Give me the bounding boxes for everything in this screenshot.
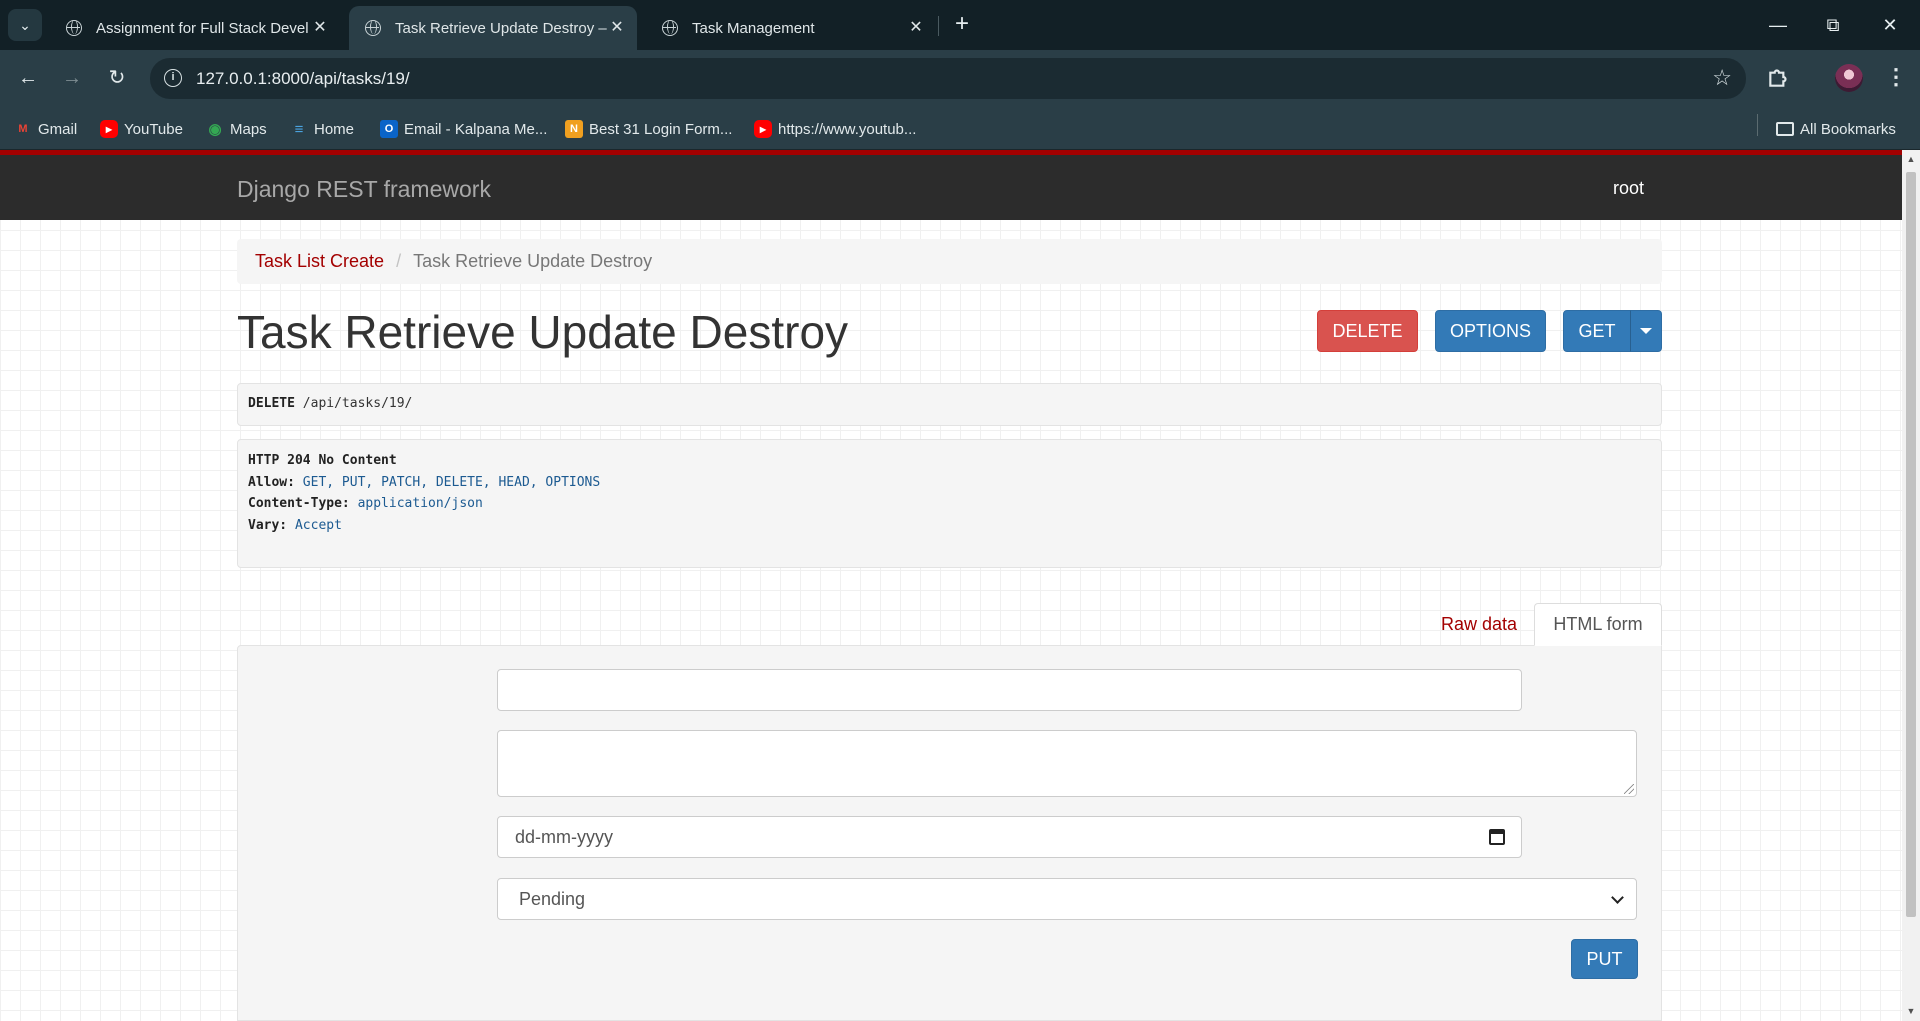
allow-header-value: GET, PUT, PATCH, DELETE, HEAD, OPTIONS — [302, 474, 601, 490]
content-type-header-key: Content-Type: — [248, 496, 350, 511]
tab-divider — [938, 16, 939, 36]
content-type-header-value: application/json — [357, 496, 483, 511]
browser-tab-strip: ⌄ Assignment for Full Stack Devel ✕ Task… — [0, 0, 1920, 50]
vary-header-key: Vary: — [248, 517, 288, 533]
resize-grip-icon[interactable] — [1624, 784, 1634, 794]
browser-toolbar: ← → ↻ i 127.0.0.1:8000/api/tasks/19/ ☆ — [0, 50, 1920, 108]
put-submit-button[interactable]: PUT — [1571, 939, 1638, 979]
tab-html-form[interactable]: HTML form — [1534, 603, 1662, 646]
site-info-icon[interactable]: i — [164, 69, 182, 87]
globe-icon — [66, 20, 82, 36]
options-button[interactable]: OPTIONS — [1435, 310, 1546, 352]
breadcrumb-task-list-create[interactable]: Task List Create — [255, 251, 384, 272]
address-bar[interactable]: i 127.0.0.1:8000/api/tasks/19/ ☆ — [150, 58, 1746, 99]
calendar-icon[interactable] — [1489, 829, 1505, 845]
page-scrollbar[interactable]: ▲ ▼ — [1902, 150, 1920, 1021]
description-textarea[interactable] — [497, 730, 1637, 797]
allow-header-key: Allow: — [248, 474, 295, 490]
bookmarks-divider — [1757, 114, 1758, 136]
chevron-down-icon — [1611, 891, 1624, 904]
breadcrumb-separator: / — [396, 251, 402, 271]
breadcrumb-current: Task Retrieve Update Destroy — [413, 251, 653, 271]
page-viewport: Django REST framework root Task List Cre… — [0, 150, 1902, 1021]
url-text[interactable]: 127.0.0.1:8000/api/tasks/19/ — [196, 69, 410, 89]
folder-icon — [1776, 122, 1794, 136]
bookmark-maps[interactable]: ◉ Maps — [206, 117, 267, 141]
outlook-icon: O — [380, 120, 398, 138]
globe-icon — [662, 20, 678, 36]
bookmark-email-kalpana[interactable]: O Email - Kalpana Me... — [380, 117, 547, 141]
delete-button[interactable]: DELETE — [1317, 310, 1418, 352]
scroll-up-arrow-icon[interactable]: ▲ — [1906, 154, 1916, 164]
due-date-input[interactable]: dd-mm-yyyy — [497, 816, 1522, 858]
tab-title: Assignment for Full Stack Devel — [96, 19, 309, 37]
all-bookmarks-label: All Bookmarks — [1800, 120, 1896, 138]
bookmark-star-icon[interactable]: ☆ — [1712, 65, 1732, 91]
bookmark-gmail[interactable]: M Gmail — [14, 117, 77, 141]
chevron-down-icon: ⌄ — [19, 16, 31, 33]
restore-icon[interactable]: ⧉ — [1813, 8, 1853, 42]
vary-header-value: Accept — [294, 517, 342, 533]
browser-tab-task-management[interactable]: Task Management ✕ — [646, 6, 936, 50]
reload-icon[interactable]: ↻ — [101, 62, 133, 94]
scrollbar-thumb[interactable] — [1906, 172, 1916, 917]
new-tab-plus-icon[interactable]: + — [950, 12, 974, 38]
bookmark-label: Email - Kalpana Me... — [404, 120, 548, 138]
tab-search-button[interactable]: ⌄ — [8, 9, 42, 41]
home-icon: ≡ — [294, 120, 304, 138]
browser-menu-icon[interactable]: ⋮ — [1885, 62, 1907, 92]
scroll-down-arrow-icon[interactable]: ▼ — [1906, 1006, 1916, 1016]
tab-title: Task Management — [692, 19, 815, 37]
bookmark-label: Maps — [230, 120, 267, 138]
all-bookmarks[interactable]: All Bookmarks — [1776, 117, 1896, 141]
title-input[interactable] — [497, 669, 1522, 711]
browser-tab-assignment[interactable]: Assignment for Full Stack Devel ✕ — [50, 6, 340, 50]
globe-icon — [365, 20, 381, 36]
gmail-icon: M — [18, 123, 28, 135]
youtube-icon: ▶ — [754, 120, 772, 138]
profile-avatar[interactable] — [1835, 64, 1863, 92]
user-menu[interactable]: root — [1613, 178, 1644, 199]
bookmark-label: Gmail — [38, 120, 78, 138]
maps-icon: ◉ — [208, 121, 222, 138]
breadcrumb: Task List Create / Task Retrieve Update … — [237, 239, 1662, 284]
bookmark-youtube[interactable]: ▶ YouTube — [100, 117, 183, 141]
request-info: DELETE /api/tasks/19/ — [237, 383, 1662, 426]
caret-down-icon — [1640, 328, 1652, 334]
page-title: Task Retrieve Update Destroy — [237, 306, 849, 358]
request-method: DELETE — [248, 396, 295, 411]
bookmark-label: YouTube — [124, 120, 183, 138]
close-icon[interactable]: ✕ — [607, 18, 627, 38]
close-icon[interactable]: ✕ — [310, 18, 330, 38]
bookmark-home[interactable]: ≡ Home — [290, 117, 354, 141]
bookmark-site-icon: N — [565, 120, 583, 138]
youtube-icon: ▶ — [100, 120, 118, 138]
bookmarks-bar: M Gmail ▶ YouTube ◉ Maps ≡ Home O Email … — [0, 108, 1920, 150]
response-status: HTTP 204 No Content — [248, 453, 397, 468]
bookmark-login-forms[interactable]: N Best 31 Login Form... — [565, 117, 732, 141]
extensions-puzzle-icon[interactable] — [1766, 64, 1792, 90]
close-icon[interactable]: ✕ — [906, 18, 926, 38]
forward-arrow-icon[interactable]: → — [56, 62, 88, 94]
status-select[interactable]: Pending — [497, 878, 1637, 920]
request-path: /api/tasks/19/ — [302, 396, 413, 411]
drf-navbar: Django REST framework root — [0, 150, 1902, 220]
get-format-dropdown[interactable] — [1630, 310, 1662, 352]
bookmark-label: Home — [314, 120, 355, 138]
status-selected-value: Pending — [519, 889, 586, 909]
back-arrow-icon[interactable]: ← — [12, 62, 44, 94]
browser-tab-task-retrieve[interactable]: Task Retrieve Update Destroy – ✕ — [349, 6, 637, 50]
bookmark-youtube-link[interactable]: ▶ https://www.youtub... — [754, 117, 916, 141]
response-info: HTTP 204 No Content Allow: GET, PUT, PAT… — [237, 439, 1662, 568]
due-date-placeholder: dd-mm-yyyy — [515, 827, 613, 847]
tab-raw-data[interactable]: Raw data — [1424, 603, 1534, 646]
window-close-icon[interactable]: ✕ — [1870, 8, 1910, 42]
tab-title: Task Retrieve Update Destroy – — [395, 19, 607, 37]
put-form: Title Description Due date dd-mm-yyyy St… — [237, 645, 1662, 1021]
bookmark-label: https://www.youtub... — [778, 120, 917, 138]
bookmark-label: Best 31 Login Form... — [589, 120, 733, 138]
drf-brand-link[interactable]: Django REST framework — [237, 176, 491, 203]
minimize-icon[interactable]: — — [1758, 8, 1798, 42]
get-button[interactable]: GET — [1563, 310, 1631, 352]
